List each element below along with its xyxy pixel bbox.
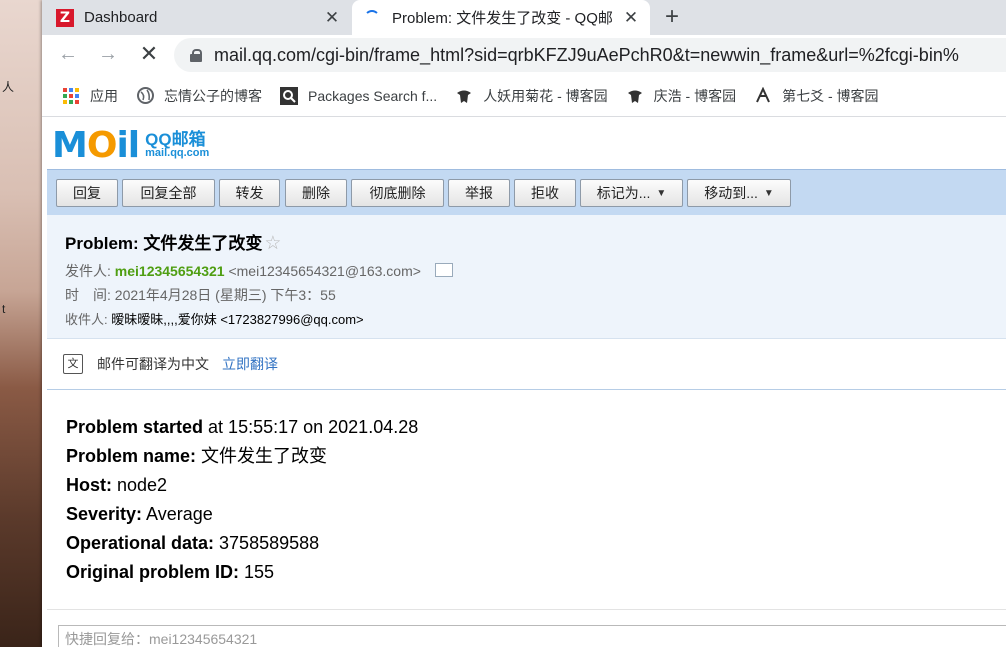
recipient-row: 收件人: 暧昧暧昧,,,,爱你妹 <1723827996@qq.com> xyxy=(65,309,364,328)
tab-strip: Z Dashboard ✕ Problem: 文件发生了改变 - QQ邮 ✕ + xyxy=(42,0,1006,35)
translate-icon: 文 xyxy=(63,354,83,374)
translate-now-link[interactable]: 立即翻译 xyxy=(222,354,278,374)
contact-card-icon[interactable] xyxy=(434,263,453,277)
bookmark-packages-search[interactable]: Packages Search f... xyxy=(280,86,438,105)
bookmark-cnblogs-1[interactable]: 人妖用菊花 - 博客园 xyxy=(455,86,608,106)
close-tab-icon[interactable]: ✕ xyxy=(620,8,642,28)
report-button[interactable]: 举报 xyxy=(448,179,510,207)
time-value: 2021年4月28日 (星期三) 下午3：55 xyxy=(114,287,336,303)
tab-dashboard[interactable]: Z Dashboard ✕ xyxy=(56,0,351,35)
delete-button[interactable]: 删除 xyxy=(285,179,347,207)
desktop-text-fragment: 人 xyxy=(2,80,15,94)
logo-name: QQ邮箱 xyxy=(145,130,206,149)
mail-action-bar: 回复 回复全部 转发 删除 彻底删除 举报 拒收 标记为... ▼ 移动到... ▼ xyxy=(47,169,1006,216)
browser-window: Z Dashboard ✕ Problem: 文件发生了改变 - QQ邮 ✕ +… xyxy=(42,0,1006,647)
message-header: Problem: 文件发生了改变 ☆ 发件人: mei12345654321 <m… xyxy=(47,215,1006,339)
sender-row: 发件人: mei12345654321 <mei12345654321@163.… xyxy=(65,261,453,281)
move-to-label: 移动到... xyxy=(704,185,758,201)
cnblogs-icon xyxy=(754,86,772,105)
cnblogs-icon xyxy=(455,87,473,105)
mark-as-label: 标记为... xyxy=(596,185,651,201)
body-line: Operational data: 3758589588 xyxy=(66,533,320,553)
mark-as-dropdown[interactable]: 标记为... ▼ xyxy=(580,179,683,207)
sender-name[interactable]: mei12345654321 xyxy=(115,263,225,279)
message-body: Problem started at 15:55:17 on 2021.04.2… xyxy=(66,413,418,587)
reject-button[interactable]: 拒收 xyxy=(514,179,576,207)
apps-grid-icon xyxy=(62,87,80,105)
magnifier-icon xyxy=(280,86,298,105)
recipient-name[interactable]: 暧昧暧昧,,,,爱你妹 xyxy=(111,312,216,327)
to-label: 收件人: xyxy=(65,312,108,327)
time-label: 时 间: xyxy=(65,287,111,303)
bookmark-label: 人妖用菊花 - 博客园 xyxy=(483,87,608,104)
bookmark-label: 应用 xyxy=(90,87,118,104)
delete-permanently-button[interactable]: 彻底删除 xyxy=(351,179,444,207)
qq-mail-page: MOil QQ邮箱 mail.qq.com 回复 回复全部 转发 删除 彻底删除… xyxy=(42,117,1006,647)
bookmarks-bar: 应用 忘情公子的博客 Packages Search f... 人妖用菊花 - … xyxy=(42,75,1006,117)
bookmark-cnblogs-3[interactable]: 第七爻 - 博客园 xyxy=(754,86,879,106)
quick-reply-input[interactable]: 快捷回复给：mei12345654321 xyxy=(58,625,1006,647)
desktop-text-fragment: t xyxy=(2,302,6,316)
body-line: Host: node2 xyxy=(66,475,168,495)
bookmark-cnblogs-2[interactable]: 庆浩 - 博客园 xyxy=(626,86,736,106)
translate-bar: 文 邮件可翻译为中文 立即翻译 xyxy=(47,339,1006,390)
logo-domain: mail.qq.com xyxy=(145,147,210,159)
sender-email: <mei12345654321@163.com> xyxy=(228,263,421,279)
body-line: Problem name: 文件发生了改变 xyxy=(66,446,328,466)
divider xyxy=(47,609,1006,610)
message-subject: Problem: 文件发生了改变 ☆ xyxy=(65,233,282,254)
forward-button[interactable]: → xyxy=(94,41,122,69)
back-button[interactable]: ← xyxy=(54,41,82,69)
new-tab-button[interactable]: + xyxy=(665,0,679,35)
loading-spinner-icon xyxy=(364,9,380,26)
bookmark-label: 忘情公子的博客 xyxy=(164,87,262,104)
logo-mark: MOil xyxy=(52,124,140,166)
body-line: Problem started at 15:55:17 on 2021.04.2… xyxy=(66,417,419,437)
globe-icon xyxy=(136,87,154,105)
tab-title: Problem: 文件发生了改变 - QQ邮 xyxy=(392,10,613,27)
translate-text: 邮件可翻译为中文 xyxy=(97,356,209,372)
body-line: Original problem ID: 155 xyxy=(66,562,275,582)
close-tab-icon[interactable]: ✕ xyxy=(321,8,343,28)
from-label: 发件人: xyxy=(65,263,111,279)
reply-button[interactable]: 回复 xyxy=(56,179,118,207)
url-text[interactable]: mail.qq.com/cgi-bin/frame_html?sid=qrbKF… xyxy=(214,45,959,66)
star-icon[interactable]: ☆ xyxy=(264,233,281,254)
cnblogs-icon xyxy=(626,87,644,105)
tab-title: Dashboard xyxy=(84,9,158,26)
dropdown-arrow-icon: ▼ xyxy=(656,187,667,199)
recipient-email: <1723827996@qq.com> xyxy=(220,312,364,327)
qq-mail-logo[interactable]: MOil QQ邮箱 mail.qq.com xyxy=(52,124,210,166)
zabbix-favicon-icon: Z xyxy=(56,8,74,27)
bookmark-blog[interactable]: 忘情公子的博客 xyxy=(136,86,262,106)
reply-all-button[interactable]: 回复全部 xyxy=(122,179,215,207)
forward-button[interactable]: 转发 xyxy=(219,179,280,207)
desktop-wallpaper: 人 t xyxy=(0,0,42,647)
browser-toolbar: ← → ✕ mail.qq.com/cgi-bin/frame_html?sid… xyxy=(42,35,1006,75)
move-to-dropdown[interactable]: 移动到... ▼ xyxy=(687,179,791,207)
bookmark-label: Packages Search f... xyxy=(308,87,438,104)
bookmark-apps[interactable]: 应用 xyxy=(62,86,118,106)
dropdown-arrow-icon: ▼ xyxy=(763,187,774,199)
lock-icon[interactable] xyxy=(190,49,202,62)
stop-loading-button[interactable]: ✕ xyxy=(135,41,163,69)
body-line: Severity: Average xyxy=(66,504,213,524)
tab-problem-mail[interactable]: Problem: 文件发生了改变 - QQ邮 ✕ xyxy=(352,0,650,35)
address-bar[interactable]: mail.qq.com/cgi-bin/frame_html?sid=qrbKF… xyxy=(174,38,1006,72)
bookmark-label: 第七爻 - 博客园 xyxy=(782,87,879,104)
bookmark-label: 庆浩 - 博客园 xyxy=(653,87,737,104)
time-row: 时 间: 2021年4月28日 (星期三) 下午3：55 xyxy=(65,285,336,305)
